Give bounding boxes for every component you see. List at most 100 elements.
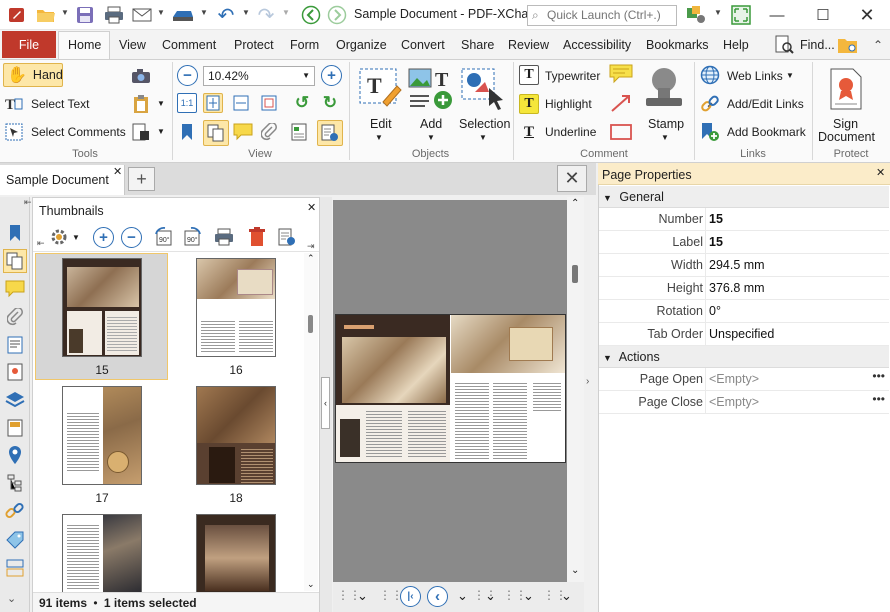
properties-panel-icon[interactable] <box>317 120 343 146</box>
chevron-down-icon[interactable]: ⌄ <box>7 592 16 605</box>
arrow-icon[interactable] <box>608 93 634 113</box>
collapse-icon[interactable]: ⇤ <box>37 238 45 249</box>
sign-document-icon[interactable] <box>825 66 867 112</box>
paste-icon[interactable] <box>131 94 151 114</box>
page-spread[interactable] <box>335 314 566 463</box>
find-icon[interactable] <box>772 34 796 56</box>
collapse-icon[interactable]: ⇤ <box>24 197 32 208</box>
close-pane-icon[interactable]: ✕ <box>307 201 316 214</box>
add-icon[interactable]: T <box>406 63 456 115</box>
rotate-90-cw-icon[interactable]: 90° <box>181 226 203 248</box>
first-page-button[interactable]: |‹ <box>400 586 421 607</box>
close-pane-icon[interactable]: ✕ <box>876 166 885 179</box>
rotate-90-ccw-icon[interactable]: 90° <box>153 226 175 248</box>
sticky-note-icon[interactable] <box>608 64 634 84</box>
thumbnail-page-20[interactable] <box>196 514 276 592</box>
chevron-down-icon[interactable]: ⌄ <box>485 588 496 604</box>
collapse-pane-icon[interactable]: ‹ <box>321 377 330 429</box>
articles-icon[interactable] <box>5 418 25 438</box>
chevron-down-icon[interactable]: ▼ <box>479 133 487 142</box>
thumb-zoom-in-button[interactable]: + <box>93 227 114 248</box>
undo-icon[interactable]: ↶ <box>214 4 238 27</box>
scrollbar-thumb[interactable] <box>308 315 313 333</box>
tab-bookmarks[interactable]: Bookmarks <box>646 38 709 52</box>
thumbnail-page-18[interactable] <box>196 386 276 485</box>
scroll-down-icon[interactable]: ⌄ <box>307 579 315 590</box>
chevron-down-icon[interactable]: ▼ <box>427 133 435 142</box>
thumbnails-panel-icon[interactable] <box>3 249 27 273</box>
thumb-zoom-out-button[interactable]: − <box>121 227 142 248</box>
email-icon[interactable] <box>130 4 154 26</box>
delete-pages-icon[interactable] <box>246 226 268 248</box>
collapse-icon[interactable]: ⇥ <box>307 241 315 252</box>
tab-help[interactable]: Help <box>723 38 749 52</box>
collapse-right-pane-icon[interactable]: › <box>586 376 589 387</box>
chevron-down-icon[interactable]: ▼ <box>157 127 165 136</box>
fit-width-icon[interactable] <box>231 93 251 113</box>
highlight-button[interactable]: Highlight <box>545 97 592 111</box>
zoom-out-button[interactable]: − <box>177 65 198 86</box>
tab-form[interactable]: Form <box>290 38 319 52</box>
bookmark-icon[interactable] <box>177 122 197 142</box>
close-document-button[interactable]: ✕ <box>557 165 587 192</box>
forward-icon[interactable] <box>326 4 348 26</box>
thumbnail-page-19[interactable] <box>62 514 142 592</box>
options-gear-icon[interactable] <box>48 226 70 248</box>
zoom-in-button[interactable]: + <box>321 65 342 86</box>
thumbnails-panel-icon[interactable] <box>203 120 229 146</box>
links-panel-icon[interactable] <box>5 501 25 521</box>
bookmarks-panel-icon[interactable] <box>5 223 25 243</box>
chevron-down-icon[interactable]: ▼ <box>157 8 165 17</box>
tab-accessibility[interactable]: Accessibility <box>563 38 631 52</box>
folder-search-icon[interactable] <box>836 34 860 56</box>
scan-icon[interactable] <box>169 4 197 26</box>
fullscreen-icon[interactable] <box>729 4 753 26</box>
print-icon[interactable] <box>102 4 126 26</box>
more-options-icon[interactable]: ••• <box>872 369 885 383</box>
zoom-select[interactable]: 10.42% ▼ <box>203 66 315 86</box>
add-button[interactable]: Add <box>420 117 442 131</box>
chevron-down-icon[interactable]: ⌄ <box>457 588 468 604</box>
property-value[interactable]: <Empty> <box>709 372 759 386</box>
signatures-icon[interactable] <box>5 362 25 382</box>
layers-icon[interactable] <box>5 390 25 410</box>
property-value[interactable]: <Empty> <box>709 395 759 409</box>
page-properties-icon[interactable] <box>276 226 298 248</box>
maximize-button[interactable]: ☐ <box>800 0 846 30</box>
content-panel-icon[interactable] <box>289 122 309 142</box>
thumbnails-scrollbar[interactable]: ⌃ ⌄ <box>304 253 318 591</box>
property-value[interactable]: 376.8 mm <box>709 281 765 295</box>
chevron-down-icon[interactable]: ▼ <box>61 8 69 17</box>
chevron-down-icon[interactable]: ▼ <box>786 71 794 80</box>
save-icon[interactable] <box>74 4 96 26</box>
organize-icon[interactable] <box>5 558 25 578</box>
stamp-button[interactable]: Stamp <box>648 117 684 131</box>
hand-tool-button[interactable]: ✋ Hand <box>3 63 63 87</box>
tab-convert[interactable]: Convert <box>401 38 445 52</box>
actions-section-header[interactable]: ▼ Actions <box>599 346 889 368</box>
chevron-down-icon[interactable]: ▼ <box>282 8 290 17</box>
print-pages-icon[interactable] <box>213 226 235 248</box>
structure-icon[interactable] <box>5 473 25 493</box>
attachments-icon[interactable] <box>259 122 279 142</box>
chevron-down-icon[interactable]: ▼ <box>375 133 383 142</box>
rotate-right-icon[interactable]: ↻ <box>320 93 340 113</box>
chevron-down-icon[interactable]: ⌄ <box>561 588 572 604</box>
typewriter-button[interactable]: Typewriter <box>545 69 600 83</box>
fit-visible-icon[interactable] <box>259 93 279 113</box>
thumbnail-page-15[interactable] <box>62 258 142 357</box>
web-links-button[interactable]: Web Links <box>727 69 783 83</box>
property-value[interactable]: 294.5 mm <box>709 258 765 272</box>
quick-launch-field[interactable]: ⌕ <box>527 5 677 26</box>
add-edit-links-button[interactable]: Add/Edit Links <box>727 97 804 111</box>
tab-review[interactable]: Review <box>508 38 549 52</box>
redo-icon[interactable]: ↷ <box>254 4 278 27</box>
selection-icon[interactable] <box>458 63 508 115</box>
actual-size-icon[interactable]: 1:1 <box>177 93 197 113</box>
chevron-down-icon[interactable]: ▼ <box>242 8 250 17</box>
minimize-button[interactable]: — <box>754 0 800 30</box>
property-value[interactable]: 15 <box>709 235 723 249</box>
select-comments-button[interactable]: Select Comments <box>31 125 126 139</box>
tab-view[interactable]: View <box>119 38 146 52</box>
rectangle-icon[interactable] <box>608 122 634 142</box>
